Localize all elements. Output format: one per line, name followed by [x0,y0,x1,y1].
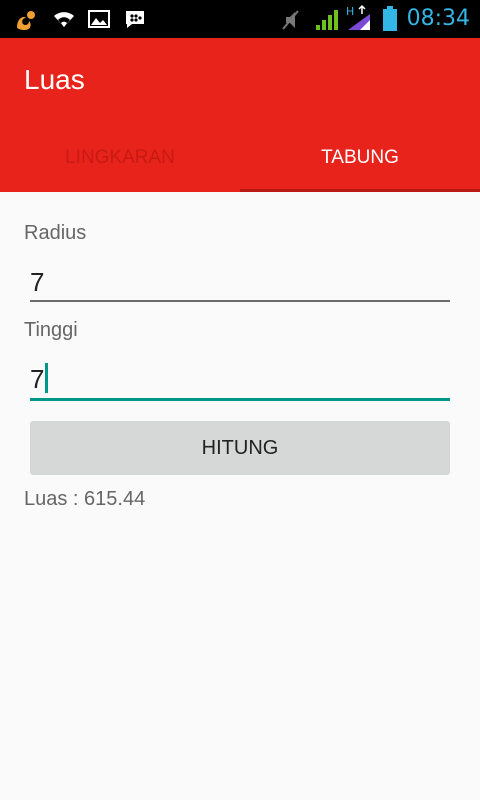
tab-indicator [240,189,480,192]
tinggi-input[interactable]: 7 [30,357,450,401]
status-time: 08:34 [406,6,470,31]
svg-text:H: H [346,5,354,18]
mute-icon [280,9,300,30]
hspa-signal-icon: H [346,4,374,30]
radius-input[interactable]: 7 [30,260,450,304]
tab-lingkaran[interactable]: LINGKARAN [0,124,240,192]
tinggi-label: Tinggi [24,319,78,341]
app-title: Luas [24,64,85,95]
radius-label: Radius [24,222,87,244]
tinggi-underline [30,398,450,401]
battery-icon [382,6,398,31]
radius-value: 7 [30,267,45,297]
result-text: Luas : 615.44 [24,488,146,510]
tab-bar: LINGKARAN TABUNG [0,124,480,192]
bbm-icon [124,9,146,29]
radius-underline [30,300,450,302]
app-bar: Luas LINGKARAN TABUNG [0,38,480,192]
text-cursor [45,363,49,393]
status-bar: H 08:34 [0,0,480,38]
tinggi-value: 7 [30,364,45,394]
wifi-icon [52,9,76,29]
uc-browser-icon [14,9,38,30]
image-icon [88,9,110,29]
tab-tabung[interactable]: TABUNG [240,124,480,192]
signal-icon [314,9,340,30]
hitung-button[interactable]: HITUNG [30,421,450,475]
